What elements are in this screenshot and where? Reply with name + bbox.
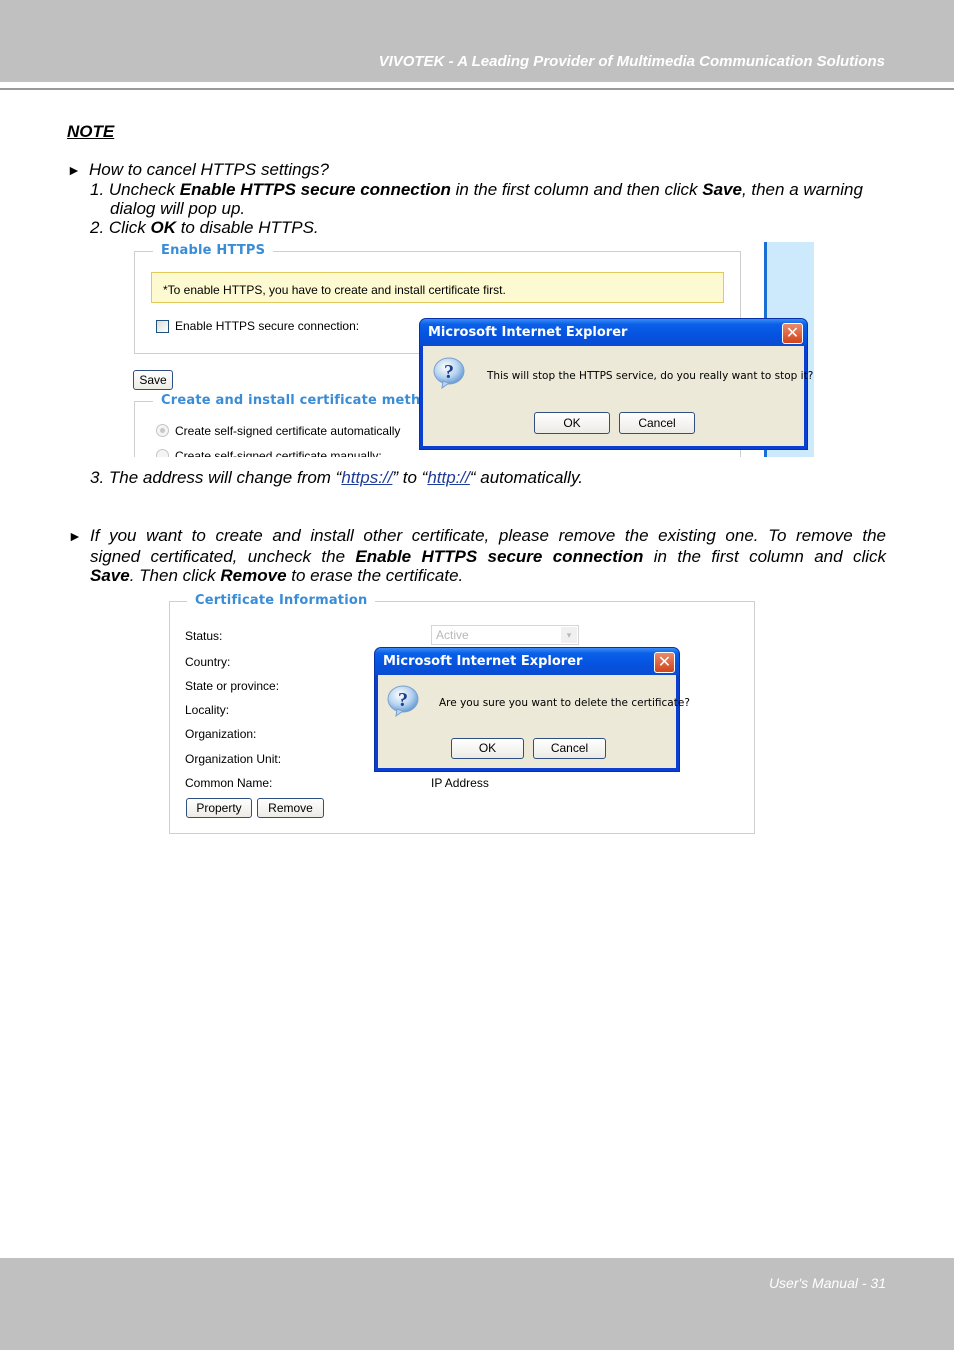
organization-label: Organization:: [185, 727, 257, 741]
remove-button[interactable]: Remove: [257, 798, 324, 818]
dialog-title-bar: Microsoft Internet Explorer ✕: [420, 319, 807, 346]
step1-bold-save: Save: [702, 180, 742, 199]
chevron-down-icon: ▾: [561, 627, 577, 643]
footer-page-label: User's Manual - 31: [768, 1275, 886, 1291]
enable-https-checkbox-label: Enable HTTPS secure connection:: [175, 319, 360, 333]
delete-certificate-dialog: Microsoft Internet Explorer ✕ ? Are you …: [375, 648, 690, 771]
status-select-value: Active: [436, 628, 469, 642]
step1-middle: in the first column and then click: [450, 180, 703, 199]
section2-line1: ► If you want to create and install other…: [68, 526, 886, 547]
section2-bold-option: Enable HTTPS secure connection: [355, 546, 644, 566]
step3-suffix: “ automatically.: [469, 468, 583, 487]
enable-https-legend: Enable HTTPS: [153, 243, 274, 258]
header-title: VIVOTEK - A Leading Provider of Multimed…: [378, 53, 885, 70]
status-label: Status:: [185, 629, 223, 643]
status-select[interactable]: Active ▾: [431, 625, 579, 645]
header-divider: [0, 88, 954, 90]
dialog-title: Microsoft Internet Explorer: [383, 654, 583, 669]
certificate-info-screenshot: Certificate Information Status: Active ▾…: [169, 592, 755, 834]
save-button[interactable]: Save: [133, 370, 173, 390]
step2-prefix: 2. Click: [90, 218, 151, 237]
svg-text:?: ?: [398, 689, 408, 711]
section1-heading-text: How to cancel HTTPS settings?: [89, 160, 329, 179]
section2-line3: Save. Then click Remove to erase the cer…: [68, 566, 886, 586]
section2-line2-suffix: in the first column and click: [643, 546, 886, 566]
enable-https-checkbox[interactable]: [156, 320, 169, 333]
certificate-method-legend: Create and install certificate method: [153, 393, 448, 408]
common-name-value: IP Address: [431, 776, 489, 790]
dialog-title: Microsoft Internet Explorer: [428, 325, 628, 340]
http-link[interactable]: http://: [427, 468, 470, 487]
step1-bold-option: Enable HTTPS secure connection: [179, 180, 451, 199]
common-name-label: Common Name:: [185, 776, 273, 790]
radio-self-signed-manual-label: Create self-signed certificate manually:: [175, 449, 382, 457]
section2-line3-suffix: to erase the certificate.: [286, 566, 464, 585]
step2-bold-ok: OK: [150, 218, 176, 237]
stop-https-dialog: Microsoft Internet Explorer ✕ ? This wil…: [420, 319, 813, 449]
https-link[interactable]: https://: [341, 468, 392, 487]
section2-line2: signed certificated, uncheck the Enable …: [68, 547, 886, 567]
dialog-message: Are you sure you want to delete the cert…: [439, 697, 690, 709]
question-icon: ?: [433, 357, 465, 389]
section2-bold-save: Save: [90, 566, 130, 585]
dialog-ok-button[interactable]: OK: [534, 412, 610, 434]
radio-self-signed-auto[interactable]: [156, 424, 169, 437]
step1-text: 1. Uncheck Enable HTTPS secure connectio…: [90, 180, 863, 199]
close-icon[interactable]: ✕: [654, 652, 675, 673]
section2-line1-text: If you want to create and install other …: [90, 526, 886, 545]
section2-line3-middle: . Then click: [129, 566, 221, 585]
dialog-message: This will stop the HTTPS service, do you…: [487, 370, 814, 382]
step1-suffix: , then a warning: [741, 180, 863, 199]
step3-prefix: 3. The address will change from “: [90, 468, 342, 487]
section2-paragraph: ► If you want to create and install other…: [68, 526, 886, 586]
bullet-arrow-icon: ►: [67, 162, 81, 178]
locality-label: Locality:: [185, 703, 230, 717]
certificate-info-legend: Certificate Information: [187, 593, 376, 608]
note-title: NOTE: [67, 122, 115, 141]
svg-text:?: ?: [444, 361, 454, 383]
state-label: State or province:: [185, 679, 280, 693]
section2-bold-remove: Remove: [220, 566, 287, 585]
question-icon: ?: [387, 685, 419, 717]
dialog-cancel-button[interactable]: Cancel: [533, 738, 606, 759]
bullet-arrow-icon: ►: [68, 528, 82, 544]
step2-suffix: to disable HTTPS.: [175, 218, 319, 237]
certificate-warning-box: *To enable HTTPS, you have to create and…: [151, 272, 724, 303]
page-footer-band: [0, 1258, 954, 1350]
radio-self-signed-auto-label: Create self-signed certificate automatic…: [175, 424, 401, 438]
dialog-ok-button[interactable]: OK: [451, 738, 524, 759]
section1-heading: ► How to cancel HTTPS settings?: [67, 160, 329, 180]
close-icon[interactable]: ✕: [782, 323, 803, 344]
organization-unit-label: Organization Unit:: [185, 752, 282, 766]
step3-middle: ” to “: [392, 468, 428, 487]
certificate-warning-text: *To enable HTTPS, you have to create and…: [163, 283, 506, 297]
property-button[interactable]: Property: [186, 798, 252, 818]
step1-continuation: dialog will pop up.: [110, 199, 246, 218]
section2-line2-prefix: signed certificated, uncheck the: [90, 546, 356, 566]
step1-prefix: 1. Uncheck: [90, 180, 180, 199]
country-label: Country:: [185, 655, 231, 669]
radio-self-signed-manual[interactable]: [156, 449, 169, 457]
step3-text: 3. The address will change from “https:/…: [90, 468, 583, 487]
dialog-title-bar: Microsoft Internet Explorer ✕: [375, 648, 679, 675]
dialog-cancel-button[interactable]: Cancel: [619, 412, 695, 434]
step2-text: 2. Click OK to disable HTTPS.: [90, 218, 319, 237]
https-settings-screenshot: Enable HTTPS *To enable HTTPS, you have …: [120, 242, 814, 457]
